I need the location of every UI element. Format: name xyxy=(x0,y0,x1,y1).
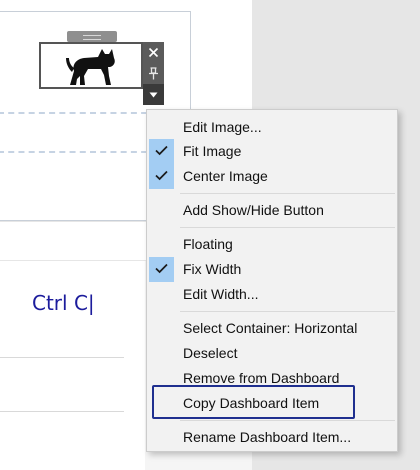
check-slot xyxy=(149,232,174,257)
menu-separator xyxy=(180,311,395,312)
check-slot xyxy=(149,316,174,341)
check-icon xyxy=(149,257,174,282)
selected-image-object[interactable] xyxy=(39,42,143,89)
menu-item-edit-width[interactable]: Edit Width... xyxy=(147,282,397,307)
menu-separator xyxy=(180,227,395,228)
menu-item-rename-dashboard-item[interactable]: Rename Dashboard Item... xyxy=(147,425,397,450)
check-slot xyxy=(149,341,174,366)
caret-down-icon[interactable] xyxy=(143,84,164,105)
check-icon xyxy=(149,139,174,164)
menu-item-floating[interactable]: Floating xyxy=(147,232,397,257)
menu-item-label: Center Image xyxy=(183,168,268,184)
menu-item-fix-width[interactable]: Fix Width xyxy=(147,257,397,282)
menu-item-label: Fix Width xyxy=(183,261,242,277)
check-slot xyxy=(149,425,174,450)
divider xyxy=(0,411,124,412)
object-toolbar xyxy=(143,42,164,105)
check-slot xyxy=(149,282,174,307)
menu-item-label: Add Show/Hide Button xyxy=(183,202,324,218)
check-icon xyxy=(149,164,174,189)
menu-separator xyxy=(180,193,395,194)
menu-item-edit-image[interactable]: Edit Image... xyxy=(147,115,397,140)
close-icon[interactable] xyxy=(143,42,164,63)
menu-item-center-image[interactable]: Center Image xyxy=(147,164,397,189)
menu-item-label: Floating xyxy=(183,236,233,252)
divider xyxy=(0,357,124,358)
focus-highlight xyxy=(152,385,355,419)
drag-handle[interactable] xyxy=(67,31,117,42)
menu-item-select-container[interactable]: Select Container: Horizontal xyxy=(147,316,397,341)
menu-item-label: Fit Image xyxy=(183,143,242,159)
menu-item-label: Rename Dashboard Item... xyxy=(183,429,352,445)
menu-item-deselect[interactable]: Deselect xyxy=(147,341,397,366)
menu-item-label: Select Container: Horizontal xyxy=(183,320,358,336)
menu-item-fit-image[interactable]: Fit Image xyxy=(147,139,397,164)
cat-silhouette-icon xyxy=(66,48,115,85)
menu-item-label: Edit Image... xyxy=(183,119,262,135)
menu-item-label: Deselect xyxy=(183,345,238,361)
check-slot xyxy=(149,115,174,140)
check-slot xyxy=(149,198,174,223)
text-object-content[interactable]: Ctrl C| xyxy=(32,291,95,315)
menu-item-add-show-hide-button[interactable]: Add Show/Hide Button xyxy=(147,198,397,223)
menu-separator xyxy=(180,420,395,421)
menu-item-label: Edit Width... xyxy=(183,286,259,302)
pin-icon[interactable] xyxy=(143,63,164,84)
